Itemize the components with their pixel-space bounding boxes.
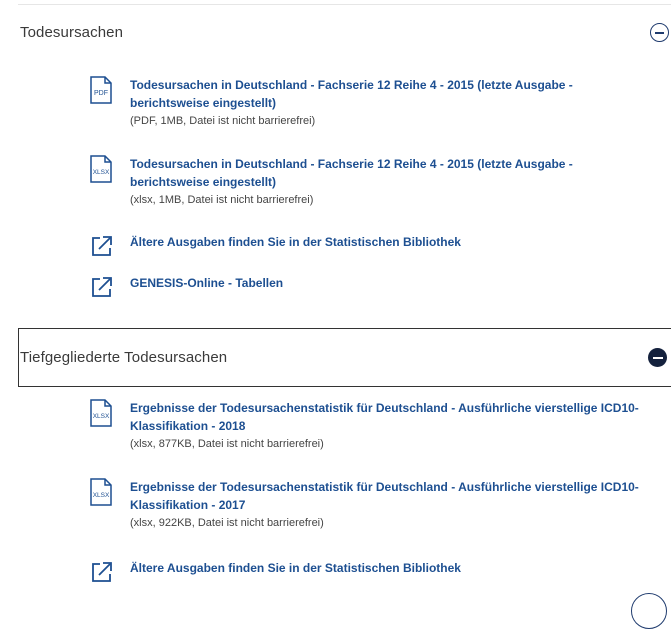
xlsx-file-icon: XLSX	[90, 399, 112, 427]
external-link-icon	[90, 234, 114, 258]
section-title-todesursachen: Todesursachen	[20, 24, 124, 41]
file-meta: (xlsx, 1MB, Datei ist nicht barrierefrei…	[130, 194, 314, 206]
xlsx-file-icon: XLSX	[90, 478, 112, 506]
file-meta: (PDF, 1MB, Datei ist nicht barrierefrei)	[130, 115, 316, 127]
svg-text:XLSX: XLSX	[93, 492, 110, 499]
svg-text:XLSX: XLSX	[93, 169, 110, 176]
download-link-xlsx-2015[interactable]: Todesursachen in Deutschland - Fachserie…	[130, 155, 650, 191]
minus-icon	[652, 356, 663, 359]
collapse-toggle-icon[interactable]	[650, 23, 669, 42]
next-section-toggle-icon[interactable]	[631, 593, 667, 629]
section-title-tiefgegliederte: Tiefgegliederte Todesursachen	[20, 349, 228, 366]
download-link-icd10-2017[interactable]: Ergebnisse der Todesursachenstatistik fü…	[130, 478, 650, 514]
svg-text:PDF: PDF	[94, 90, 108, 97]
link-genesis-online[interactable]: GENESIS-Online - Tabellen	[130, 274, 650, 292]
link-statistische-bibliothek[interactable]: Ältere Ausgaben finden Sie in der Statis…	[130, 559, 650, 577]
download-link-pdf-2015[interactable]: Todesursachen in Deutschland - Fachserie…	[130, 76, 650, 112]
minus-icon	[655, 31, 664, 34]
external-link-icon	[90, 275, 114, 299]
xlsx-file-icon: XLSX	[90, 155, 112, 183]
download-link-icd10-2018[interactable]: Ergebnisse der Todesursachenstatistik fü…	[130, 399, 650, 435]
file-meta: (xlsx, 877KB, Datei ist nicht barrierefr…	[130, 438, 324, 450]
external-link-icon	[90, 560, 114, 584]
svg-text:XLSX: XLSX	[93, 413, 110, 420]
file-meta: (xlsx, 922KB, Datei ist nicht barrierefr…	[130, 517, 324, 529]
divider	[18, 4, 671, 5]
link-statistische-bibliothek[interactable]: Ältere Ausgaben finden Sie in der Statis…	[130, 233, 650, 251]
collapse-toggle-icon[interactable]	[648, 348, 667, 367]
pdf-file-icon: PDF	[90, 76, 112, 104]
